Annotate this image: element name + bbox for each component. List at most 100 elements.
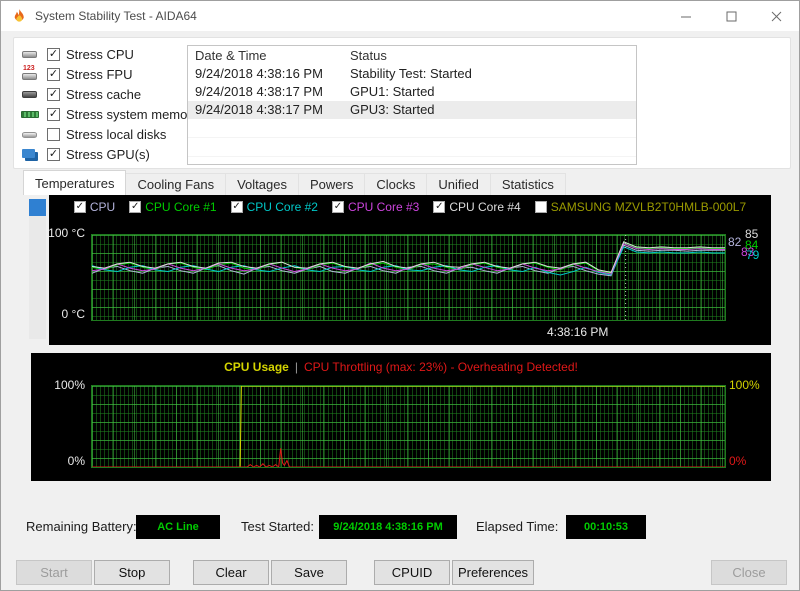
minimize-button[interactable]: [664, 1, 709, 31]
cpuid-button[interactable]: CPUID: [374, 560, 450, 585]
checkbox[interactable]: [231, 201, 243, 213]
cell-status: Stability Test: Started: [343, 65, 636, 83]
table-row-empty: [188, 119, 636, 138]
checkbox[interactable]: [47, 148, 60, 161]
stress-item-fpu[interactable]: Stress FPU: [21, 64, 189, 84]
chart-legend: CPU CPU Core #1 CPU Core #2 CPU Core #3 …: [49, 200, 771, 214]
legend-item-core3[interactable]: CPU Core #3: [332, 200, 419, 214]
tab-voltages[interactable]: Voltages: [225, 173, 299, 195]
column-header-status[interactable]: Status: [343, 46, 636, 65]
cell-status: GPU3: Started: [343, 101, 636, 119]
flame-icon: [11, 8, 28, 25]
stress-label: Stress GPU(s): [66, 147, 150, 162]
gpu-icon: [21, 146, 41, 162]
stress-label: Stress system memory: [66, 107, 198, 122]
legend-item-core4[interactable]: CPU Core #4: [433, 200, 520, 214]
chart-tabs: Temperatures Cooling Fans Voltages Power…: [23, 170, 566, 195]
tab-unified[interactable]: Unified: [426, 173, 490, 195]
table-row-empty: [188, 138, 636, 157]
stress-item-cache[interactable]: Stress cache: [21, 84, 189, 104]
throttle-max-label: 100%: [729, 378, 760, 392]
memory-icon: [21, 106, 41, 122]
preferences-button[interactable]: Preferences: [452, 560, 534, 585]
clear-button[interactable]: Clear: [193, 560, 269, 585]
stress-label: Stress CPU: [66, 47, 134, 62]
stress-item-gpu[interactable]: Stress GPU(s): [21, 144, 189, 164]
minimize-icon: [681, 11, 692, 22]
legend-label: CPU: [90, 200, 115, 214]
scrollbar-thumb[interactable]: [29, 199, 46, 216]
tab-powers[interactable]: Powers: [298, 173, 365, 195]
table-row[interactable]: 9/24/2018 4:38:17 PM GPU1: Started: [188, 83, 636, 101]
temperature-series: [92, 235, 725, 320]
checkbox[interactable]: [433, 201, 445, 213]
checkbox[interactable]: [535, 201, 547, 213]
legend-label: SAMSUNG MZVLB2T0HMLB-000L7: [551, 200, 746, 214]
cpu-usage-plot: [91, 385, 726, 468]
window-title: System Stability Test - AIDA64: [35, 9, 197, 23]
cache-icon: [21, 86, 41, 102]
checkbox[interactable]: [47, 48, 60, 61]
stress-item-disks[interactable]: Stress local disks: [21, 124, 189, 144]
throttling-warning: CPU Throttling (max: 23%) - Overheating …: [304, 360, 578, 374]
temperature-chart-scrollbar[interactable]: [29, 199, 46, 339]
checkbox[interactable]: [47, 68, 60, 81]
tab-temperatures[interactable]: Temperatures: [23, 170, 126, 195]
legend-item-core1[interactable]: CPU Core #1: [129, 200, 216, 214]
close-button[interactable]: [754, 1, 799, 31]
stress-label: Stress cache: [66, 87, 141, 102]
table-row[interactable]: 9/24/2018 4:38:17 PM GPU3: Started: [188, 101, 636, 119]
event-log-table: Date & Time Status 9/24/2018 4:38:16 PM …: [187, 45, 637, 165]
tab-cooling-fans[interactable]: Cooling Fans: [125, 173, 226, 195]
checkbox[interactable]: [332, 201, 344, 213]
test-started-label: Test Started:: [241, 519, 314, 534]
table-header: Date & Time Status: [188, 46, 636, 65]
table-row[interactable]: 9/24/2018 4:38:16 PM Stability Test: Sta…: [188, 65, 636, 83]
throttle-min-label: 0%: [729, 454, 746, 468]
checkbox[interactable]: [47, 88, 60, 101]
cell-datetime: 9/24/2018 4:38:16 PM: [188, 65, 343, 83]
legend-label: CPU Core #3: [348, 200, 419, 214]
stability-test-window: System Stability Test - AIDA64 Stress CP…: [0, 0, 800, 591]
tab-clocks[interactable]: Clocks: [364, 173, 427, 195]
stress-label: Stress FPU: [66, 67, 132, 82]
temperature-plot: [91, 234, 726, 321]
elapsed-time-label: Elapsed Time:: [476, 519, 558, 534]
cell-datetime: 9/24/2018 4:38:17 PM: [188, 83, 343, 101]
disk-icon: [21, 126, 41, 142]
stress-item-memory[interactable]: Stress system memory: [21, 104, 189, 124]
maximize-icon: [726, 11, 737, 22]
fpu-icon: [21, 66, 41, 82]
checkbox[interactable]: [47, 108, 60, 121]
close-dialog-button[interactable]: Close: [711, 560, 787, 585]
window-controls: [664, 1, 799, 31]
y-axis-max-label: 100 °C: [45, 226, 85, 240]
elapsed-time-value: 00:10:53: [566, 515, 646, 539]
cell-status: GPU1: Started: [343, 83, 636, 101]
test-started-value: 9/24/2018 4:38:16 PM: [319, 515, 457, 539]
column-header-datetime[interactable]: Date & Time: [188, 46, 343, 65]
title-separator: |: [295, 360, 298, 374]
maximize-button[interactable]: [709, 1, 754, 31]
save-button[interactable]: Save: [271, 560, 347, 585]
tab-statistics[interactable]: Statistics: [490, 173, 566, 195]
end-value-core2: 79: [746, 248, 759, 262]
end-value-cpu: 82: [728, 235, 741, 249]
stress-label: Stress local disks: [66, 127, 166, 142]
checkbox[interactable]: [74, 201, 86, 213]
y-axis-min-label: 0 °C: [45, 307, 85, 321]
checkbox[interactable]: [47, 128, 60, 141]
legend-label: CPU Core #4: [449, 200, 520, 214]
start-button[interactable]: Start: [16, 560, 92, 585]
legend-item-samsung-ssd[interactable]: SAMSUNG MZVLB2T0HMLB-000L7: [535, 200, 746, 214]
cell-datetime: 9/24/2018 4:38:17 PM: [188, 101, 343, 119]
legend-item-cpu[interactable]: CPU: [74, 200, 115, 214]
titlebar: System Stability Test - AIDA64: [1, 1, 799, 31]
table-row-empty: [188, 157, 636, 165]
stress-item-cpu[interactable]: Stress CPU: [21, 44, 189, 64]
stop-button[interactable]: Stop: [94, 560, 170, 585]
usage-min-label: 0%: [45, 454, 85, 468]
legend-item-core2[interactable]: CPU Core #2: [231, 200, 318, 214]
remaining-battery-value: AC Line: [136, 515, 220, 539]
checkbox[interactable]: [129, 201, 141, 213]
